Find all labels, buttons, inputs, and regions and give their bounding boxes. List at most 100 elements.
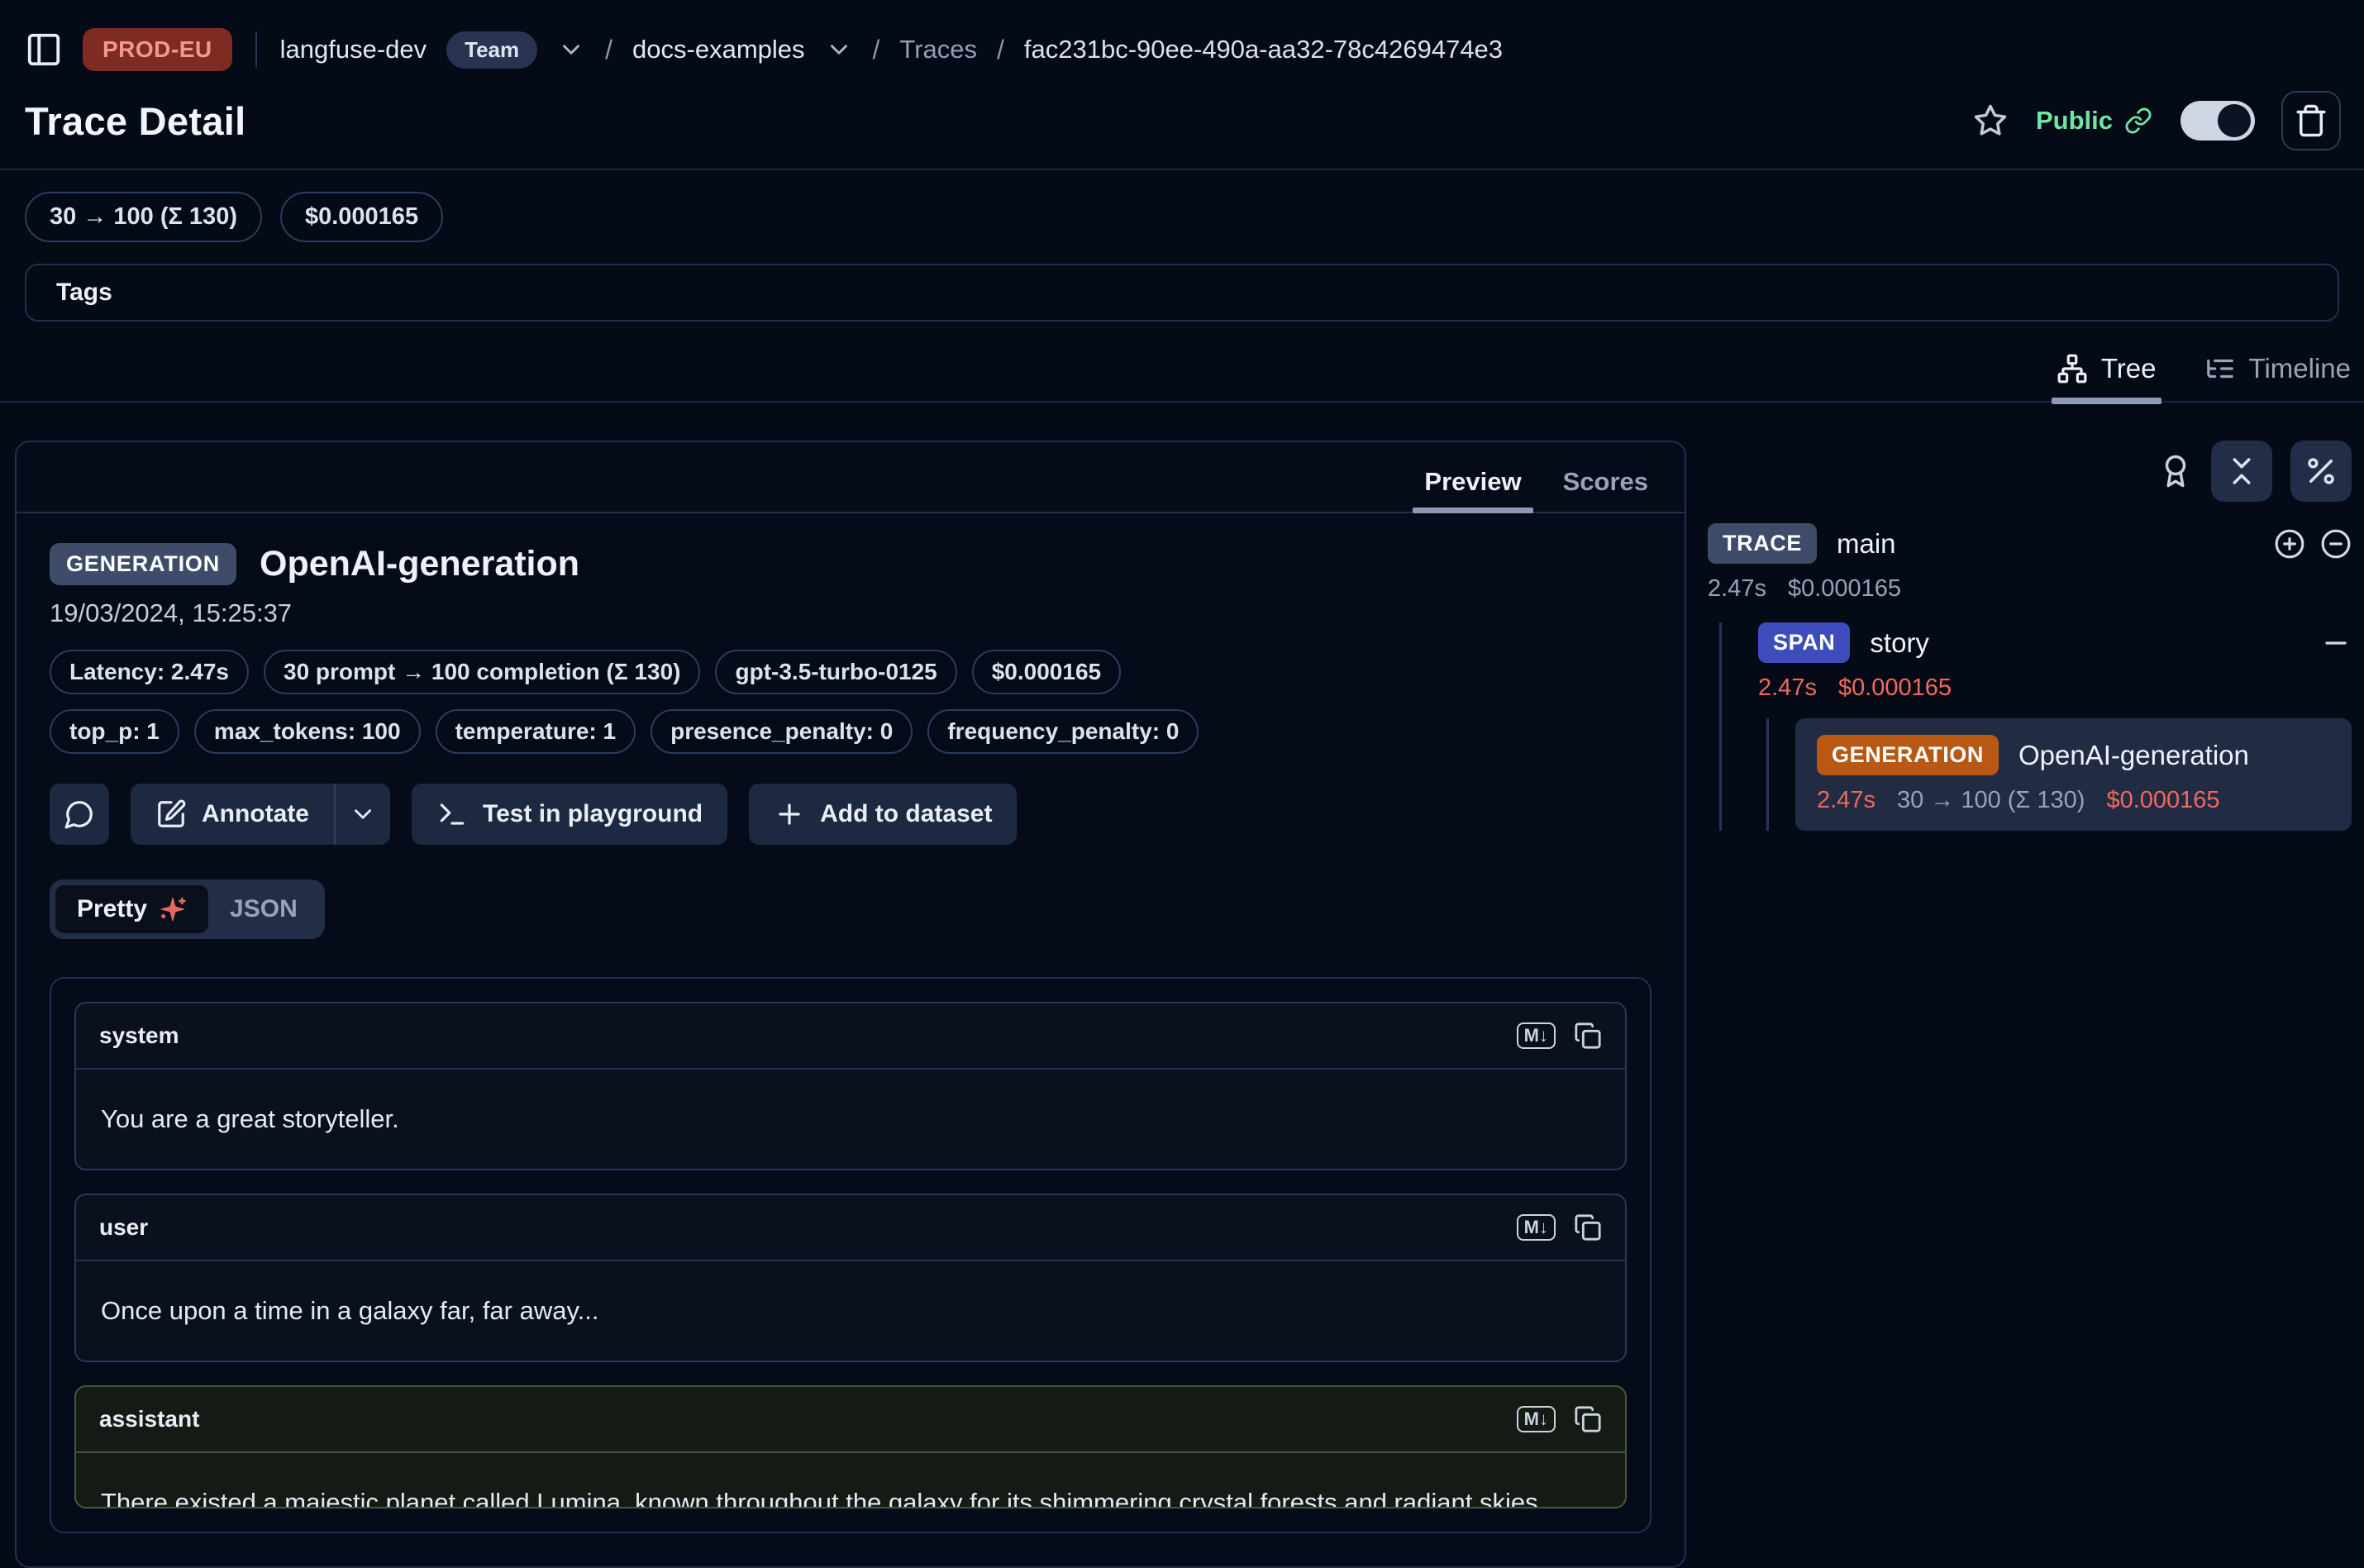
breadcrumb-traces[interactable]: Traces xyxy=(899,35,977,64)
public-link[interactable]: Public xyxy=(2036,106,2152,136)
trace-cost: $0.000165 xyxy=(1788,575,1901,603)
view-tabs: Tree Timeline xyxy=(0,353,2364,403)
chevrons-down-up-icon xyxy=(2224,454,2259,489)
timeline-icon xyxy=(2204,353,2236,384)
public-label: Public xyxy=(2036,106,2113,136)
breadcrumb-separator: / xyxy=(605,35,612,65)
tab-scores[interactable]: Scores xyxy=(1563,467,1648,512)
observation-timestamp: 19/03/2024, 15:25:37 xyxy=(50,598,1651,628)
delete-trace-button[interactable] xyxy=(2283,93,2339,149)
page-header: PROD-EU langfuse-dev Team / docs-example… xyxy=(0,0,2364,170)
metric-frequency-penalty: frequency_penalty: 0 xyxy=(927,709,1199,754)
markdown-toggle-button[interactable]: M↓ xyxy=(1517,1022,1556,1049)
add-to-dataset-button[interactable]: Add to dataset xyxy=(749,784,1017,845)
sidebar-toggle-icon[interactable] xyxy=(25,31,63,69)
chevron-down-icon[interactable] xyxy=(825,36,853,64)
test-in-playground-button[interactable]: Test in playground xyxy=(412,784,727,845)
tree-node-trace[interactable]: TRACE main xyxy=(1708,523,2352,564)
message-assistant: assistant M↓ There existed a majestic pl… xyxy=(74,1385,1627,1508)
copy-icon[interactable] xyxy=(1574,1405,1602,1433)
trace-tree: TRACE main 2.47s $0.000165 SPAN xyxy=(1708,523,2352,831)
generation-name: OpenAI-generation xyxy=(2018,740,2249,771)
message-role: system xyxy=(99,1022,179,1049)
collapse-node-icon[interactable] xyxy=(2320,528,2352,560)
generation-badge: GENERATION xyxy=(1817,735,1999,775)
trash-icon xyxy=(2294,103,2328,138)
toggle-knob xyxy=(2218,104,2251,137)
environment-badge[interactable]: PROD-EU xyxy=(83,28,232,71)
annotate-label: Annotate xyxy=(202,800,309,828)
tree-node-span[interactable]: SPAN story xyxy=(1758,622,2352,663)
metric-latency: Latency: 2.47s xyxy=(50,650,249,694)
comment-icon xyxy=(64,798,95,830)
award-icon[interactable] xyxy=(2158,454,2193,489)
observation-actions: Annotate Test in playground Add to datas… xyxy=(50,784,1651,845)
observation-metrics: Latency: 2.47s 30 prompt → 100 completio… xyxy=(50,650,1248,754)
metrics-percent-button[interactable] xyxy=(2290,441,2352,502)
metric-max-tokens: max_tokens: 100 xyxy=(194,709,421,754)
metric-cost: $0.000165 xyxy=(972,650,1121,694)
divider xyxy=(255,31,257,68)
add-to-dataset-label: Add to dataset xyxy=(820,800,992,828)
span-cost: $0.000165 xyxy=(1838,674,1952,702)
tab-tree[interactable]: Tree xyxy=(2057,353,2157,401)
chevron-down-icon[interactable] xyxy=(557,36,585,64)
annotate-split-button: Annotate xyxy=(131,784,390,845)
observation-title: OpenAI-generation xyxy=(260,544,579,584)
metric-tokens: 30 prompt → 100 completion (Σ 130) xyxy=(264,650,700,694)
cost-badge: $0.000165 xyxy=(280,192,443,242)
markdown-toggle-button[interactable]: M↓ xyxy=(1517,1406,1556,1432)
comment-button[interactable] xyxy=(50,784,109,845)
trace-metrics: 2.47s $0.000165 xyxy=(1708,575,2352,603)
tab-preview[interactable]: Preview xyxy=(1424,467,1521,512)
generation-tokens: 30 → 100 (Σ 130) xyxy=(1897,787,2085,814)
message-paragraph: There existed a majestic planet called L… xyxy=(101,1483,1600,1508)
collapse-span-icon[interactable] xyxy=(2320,627,2352,659)
tree-node-generation-selected[interactable]: GENERATION OpenAI-generation 2.47s 30 → … xyxy=(1795,718,2352,831)
public-toggle[interactable] xyxy=(2181,101,2255,141)
active-tab-indicator xyxy=(1413,508,1532,513)
metric-presence-penalty: presence_penalty: 0 xyxy=(651,709,913,754)
playground-label: Test in playground xyxy=(483,800,703,828)
breadcrumb-org[interactable]: langfuse-dev xyxy=(280,35,427,64)
tab-timeline-label: Timeline xyxy=(2249,353,2351,384)
expand-all-icon[interactable] xyxy=(2274,528,2305,560)
tags-label: Tags xyxy=(56,279,112,307)
tab-scores-label: Scores xyxy=(1563,467,1648,496)
copy-icon[interactable] xyxy=(1574,1022,1602,1050)
markdown-toggle-button[interactable]: M↓ xyxy=(1517,1214,1556,1241)
format-pretty-button[interactable]: Pretty xyxy=(55,885,208,933)
trace-badge: TRACE xyxy=(1708,523,1817,564)
pretty-label: Pretty xyxy=(77,895,147,923)
annotate-dropdown-button[interactable] xyxy=(336,784,390,845)
breadcrumb-trace-id: fac231bc-90ee-490a-aa32-78c4269474e3 xyxy=(1024,35,1503,64)
org-plan-badge: Team xyxy=(446,31,537,69)
chevron-down-icon xyxy=(349,800,377,828)
collapse-all-button[interactable] xyxy=(2211,441,2272,502)
panel-tabs: Preview Scores xyxy=(17,442,1685,513)
generation-latency: 2.47s xyxy=(1817,787,1875,814)
star-icon[interactable] xyxy=(1973,103,2008,138)
observation-type-badge: GENERATION xyxy=(50,543,236,585)
span-metrics: 2.47s $0.000165 xyxy=(1758,674,2352,702)
tree-icon xyxy=(2057,353,2088,384)
message-role: user xyxy=(99,1214,148,1241)
message-user: user M↓ Once upon a time in a galaxy far… xyxy=(74,1194,1627,1362)
annotate-button[interactable]: Annotate xyxy=(131,784,334,845)
tab-preview-label: Preview xyxy=(1424,467,1521,496)
page-title: Trace Detail xyxy=(25,98,245,144)
copy-icon[interactable] xyxy=(1574,1213,1602,1242)
message-role: assistant xyxy=(99,1406,199,1432)
tab-timeline[interactable]: Timeline xyxy=(2204,353,2351,401)
span-latency: 2.47s xyxy=(1758,674,1817,702)
json-label: JSON xyxy=(230,895,298,923)
span-name: story xyxy=(1870,627,1929,659)
metric-temperature: temperature: 1 xyxy=(436,709,636,754)
trace-tree-panel: TRACE main 2.47s $0.000165 SPAN xyxy=(1708,441,2352,1568)
edit-icon xyxy=(155,798,187,830)
format-json-button[interactable]: JSON xyxy=(208,885,319,933)
tags-container[interactable]: Tags xyxy=(25,264,2339,322)
metric-model[interactable]: gpt-3.5-turbo-0125 xyxy=(715,650,956,694)
breadcrumb-project[interactable]: docs-examples xyxy=(632,35,804,64)
breadcrumb-separator: / xyxy=(997,35,1004,65)
